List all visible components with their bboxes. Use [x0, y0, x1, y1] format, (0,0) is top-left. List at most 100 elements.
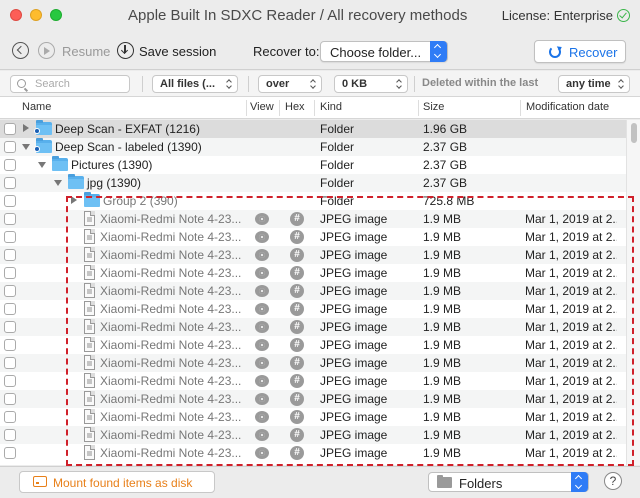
folder-row[interactable]: Pictures (1390) Folder 2.37 GB: [0, 156, 626, 174]
row-checkbox[interactable]: [4, 195, 16, 207]
column-divider[interactable]: [314, 100, 315, 116]
row-checkbox[interactable]: [4, 231, 16, 243]
hex-view-icon[interactable]: #: [290, 266, 304, 280]
hex-view-icon[interactable]: #: [290, 230, 304, 244]
file-row[interactable]: # Xiaomi-Redmi Note 4-23... JPEG image 1.9 …: [0, 390, 626, 408]
file-row[interactable]: # Xiaomi-Redmi Note 4-23... JPEG image 1.9 …: [0, 282, 626, 300]
preview-eye-icon[interactable]: [255, 285, 269, 297]
file-row[interactable]: # Xiaomi-Redmi Note 4-23... JPEG image 1.9 …: [0, 210, 626, 228]
size-operator-select[interactable]: over: [258, 75, 322, 93]
disclosure-expanded-icon[interactable]: [38, 162, 46, 168]
row-checkbox[interactable]: [4, 411, 16, 423]
size-value-select[interactable]: 0 KB: [334, 75, 408, 93]
hex-view-icon[interactable]: #: [290, 356, 304, 370]
hex-view-icon[interactable]: #: [290, 410, 304, 424]
row-checkbox[interactable]: [4, 393, 16, 405]
row-checkbox[interactable]: [4, 447, 16, 459]
row-checkbox[interactable]: [4, 159, 16, 171]
hex-view-icon[interactable]: #: [290, 428, 304, 442]
file-list[interactable]: Deep Scan - EXFAT (1216) Folder 1.96 GB Dee…: [0, 120, 626, 465]
file-row[interactable]: # Xiaomi-Redmi Note 4-23... JPEG image 1.9 …: [0, 228, 626, 246]
preview-eye-icon[interactable]: [255, 303, 269, 315]
disclosure-collapsed-icon[interactable]: [23, 124, 29, 132]
hex-view-icon[interactable]: #: [290, 392, 304, 406]
hex-view-icon[interactable]: #: [290, 446, 304, 460]
search-input[interactable]: [35, 77, 127, 91]
preview-eye-icon[interactable]: [255, 321, 269, 333]
preview-eye-icon[interactable]: [255, 393, 269, 405]
file-row[interactable]: # Xiaomi-Redmi Note 4-23... JPEG image 1.9 …: [0, 318, 626, 336]
row-checkbox[interactable]: [4, 357, 16, 369]
column-header-modification-date[interactable]: Modification date: [526, 101, 609, 113]
recover-button[interactable]: Recover: [534, 40, 626, 63]
recover-to-select[interactable]: Choose folder...: [320, 41, 448, 62]
mount-as-disk-button[interactable]: Mount found items as disk: [19, 471, 215, 493]
column-header-view[interactable]: View: [250, 101, 274, 113]
hex-view-icon[interactable]: #: [290, 212, 304, 226]
file-row[interactable]: # Xiaomi-Redmi Note 4-23... JPEG image 1.9 …: [0, 264, 626, 282]
folder-row[interactable]: jpg (1390) Folder 2.37 GB: [0, 174, 626, 192]
column-divider[interactable]: [246, 100, 247, 116]
row-checkbox[interactable]: [4, 375, 16, 387]
preview-eye-icon[interactable]: [255, 357, 269, 369]
hex-view-icon[interactable]: #: [290, 320, 304, 334]
folder-row[interactable]: Deep Scan - labeled (1390) Folder 2.37 GB: [0, 138, 626, 156]
file-row[interactable]: # Xiaomi-Redmi Note 4-23... JPEG image 1.9 …: [0, 426, 626, 444]
view-mode-select[interactable]: Folders: [428, 472, 589, 492]
preview-eye-icon[interactable]: [255, 339, 269, 351]
help-button[interactable]: ?: [604, 472, 622, 490]
zoom-window-button[interactable]: [50, 9, 62, 21]
column-divider[interactable]: [520, 100, 521, 116]
column-header-hex[interactable]: Hex: [285, 101, 305, 113]
row-checkbox[interactable]: [4, 267, 16, 279]
column-divider[interactable]: [418, 100, 419, 116]
row-checkbox[interactable]: [4, 285, 16, 297]
hex-view-icon[interactable]: #: [290, 284, 304, 298]
save-session-button[interactable]: Save session: [139, 44, 216, 59]
file-row[interactable]: # Xiaomi-Redmi Note 4-23... JPEG image 1.9 …: [0, 372, 626, 390]
vertical-scrollbar[interactable]: [626, 120, 640, 465]
file-row[interactable]: # Xiaomi-Redmi Note 4-23... JPEG image 1.9 …: [0, 300, 626, 318]
scrollbar-thumb[interactable]: [631, 123, 637, 143]
column-header-kind[interactable]: Kind: [320, 101, 342, 113]
file-row[interactable]: # Xiaomi-Redmi Note 4-23... JPEG image 1.9 …: [0, 336, 626, 354]
folder-row[interactable]: Deep Scan - EXFAT (1216) Folder 1.96 GB: [0, 120, 626, 138]
disclosure-expanded-icon[interactable]: [22, 144, 30, 150]
preview-eye-icon[interactable]: [255, 447, 269, 459]
resume-button-label[interactable]: Resume: [62, 44, 110, 59]
close-window-button[interactable]: [10, 9, 22, 21]
row-checkbox[interactable]: [4, 249, 16, 261]
preview-eye-icon[interactable]: [255, 231, 269, 243]
row-checkbox[interactable]: [4, 303, 16, 315]
column-header-size[interactable]: Size: [423, 101, 444, 113]
row-checkbox[interactable]: [4, 177, 16, 189]
row-checkbox[interactable]: [4, 141, 16, 153]
hex-view-icon[interactable]: #: [290, 338, 304, 352]
preview-eye-icon[interactable]: [255, 267, 269, 279]
row-checkbox[interactable]: [4, 321, 16, 333]
disclosure-expanded-icon[interactable]: [54, 180, 62, 186]
preview-eye-icon[interactable]: [255, 249, 269, 261]
preview-eye-icon[interactable]: [255, 429, 269, 441]
deleted-within-select[interactable]: any time: [558, 75, 630, 93]
row-checkbox[interactable]: [4, 213, 16, 225]
minimize-window-button[interactable]: [30, 9, 42, 21]
hex-view-icon[interactable]: #: [290, 248, 304, 262]
folder-row[interactable]: Group 2 (390) Folder 725.8 MB: [0, 192, 626, 210]
search-box[interactable]: [10, 75, 130, 93]
file-row[interactable]: # Xiaomi-Redmi Note 4-23... JPEG image 1.9 …: [0, 246, 626, 264]
hex-view-icon[interactable]: #: [290, 302, 304, 316]
file-row[interactable]: # Xiaomi-Redmi Note 4-23... JPEG image 1.9 …: [0, 408, 626, 426]
row-checkbox[interactable]: [4, 123, 16, 135]
hex-view-icon[interactable]: #: [290, 374, 304, 388]
preview-eye-icon[interactable]: [255, 411, 269, 423]
save-session-icon[interactable]: [117, 42, 134, 59]
resume-play-icon[interactable]: [38, 42, 55, 59]
row-checkbox[interactable]: [4, 339, 16, 351]
row-checkbox[interactable]: [4, 429, 16, 441]
disclosure-collapsed-icon[interactable]: [71, 196, 77, 204]
column-divider[interactable]: [279, 100, 280, 116]
preview-eye-icon[interactable]: [255, 375, 269, 387]
file-type-select[interactable]: All files (...: [152, 75, 238, 93]
file-row[interactable]: # Xiaomi-Redmi Note 4-23... JPEG image 1.9 …: [0, 444, 626, 462]
